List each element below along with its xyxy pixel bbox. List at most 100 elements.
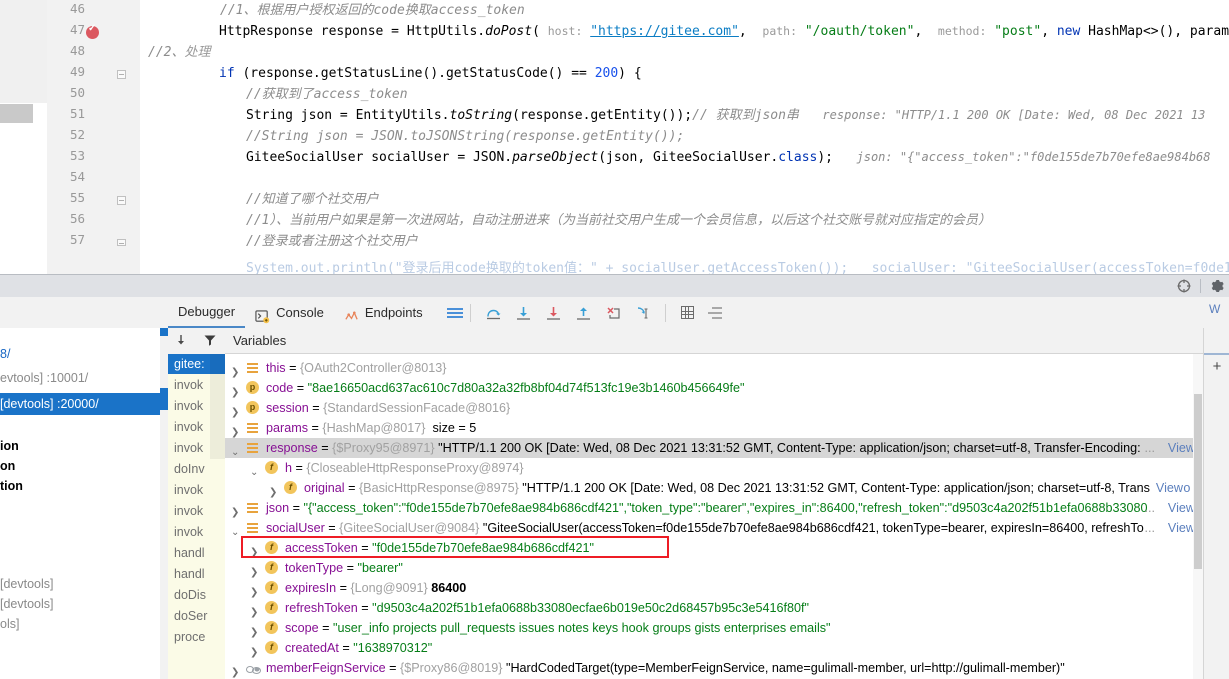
tab-console-label: Console xyxy=(276,304,324,320)
variable-row[interactable]: ❯ this = {OAuth2Controller@8013} xyxy=(225,358,1203,378)
devtools-list-item-selected[interactable]: [devtools] :20000/ xyxy=(0,393,168,415)
code-string-url[interactable]: "https://gitee.com" xyxy=(590,24,739,39)
devtools-list-item[interactable]: ion xyxy=(0,438,19,454)
view-link[interactable]: View xyxy=(1168,518,1195,538)
chevron-right-icon[interactable]: ❯ xyxy=(250,623,259,638)
chevron-right-icon[interactable]: ❯ xyxy=(231,383,240,398)
variable-row[interactable]: ❯ f createdAt = "1638970312" xyxy=(225,638,1203,658)
variable-row[interactable]: ❯ f scope = "user_info projects pull_req… xyxy=(225,618,1203,638)
chevron-right-icon[interactable]: ❯ xyxy=(250,563,259,578)
variable-row[interactable]: ❯ p code = "8ae16650acd637ac610c7d80a32a… xyxy=(225,378,1203,398)
down-arrow-icon[interactable] xyxy=(174,333,190,349)
view-link[interactable]: View xyxy=(1168,498,1195,518)
frame-row[interactable]: proce xyxy=(168,627,225,647)
frame-row[interactable]: handl xyxy=(168,564,225,584)
frames-panel[interactable]: gitee: invok invok invok invok doInv inv… xyxy=(168,328,226,679)
chevron-right-icon[interactable]: ❯ xyxy=(250,603,259,618)
list-badge-icon xyxy=(246,501,259,514)
frame-row[interactable]: doSer xyxy=(168,606,225,626)
chevron-right-icon[interactable]: ❯ xyxy=(269,483,278,498)
tab-endpoints[interactable]: Endpoints xyxy=(334,298,433,328)
code-comment: // 获取到json串 xyxy=(692,108,799,123)
step-out-icon[interactable] xyxy=(575,305,591,321)
breakpoint-icon[interactable] xyxy=(86,23,99,39)
variable-row[interactable]: ❯ f expiresIn = {Long@9091} 86400 xyxy=(225,578,1203,598)
variables-list[interactable]: ❯ this = {OAuth2Controller@8013} ❯ p cod… xyxy=(225,354,1203,679)
variables-scrollbar-thumb[interactable] xyxy=(1194,394,1202,569)
step-over-icon[interactable] xyxy=(485,305,501,321)
editor-text-area[interactable]: //1、根据用户授权返回的code换取access_token HttpResp… xyxy=(140,0,1229,274)
view-link[interactable]: View xyxy=(1156,478,1183,498)
variable-row[interactable]: ⌄ socialUser = {GiteeSocialUser@9084} "G… xyxy=(225,518,1203,538)
code-editor[interactable]: 46 47 48 49 50 51 52 53 54 55 56 57 //1、… xyxy=(0,0,1229,274)
line-number: 54 xyxy=(69,169,85,184)
crosshair-icon[interactable] xyxy=(1176,278,1192,294)
run-to-cursor-icon[interactable] xyxy=(635,305,651,321)
devtools-list-item[interactable]: on xyxy=(0,458,15,474)
param-hint-method: method: xyxy=(937,24,987,38)
code-fold-toggle[interactable] xyxy=(117,70,126,79)
evaluate-expression-icon[interactable] xyxy=(680,306,694,319)
frame-row[interactable]: doInv xyxy=(168,459,225,479)
frame-row[interactable]: invok xyxy=(168,501,225,521)
devtools-list-item[interactable]: [devtools] xyxy=(0,596,54,612)
variable-row[interactable]: ❯ f original = {BasicHttpResponse@8975} … xyxy=(225,478,1203,498)
filter-icon[interactable] xyxy=(203,333,219,349)
variables-scrollbar[interactable] xyxy=(1193,354,1203,679)
tab-debugger[interactable]: Debugger xyxy=(168,298,246,328)
devtools-scrollbar[interactable] xyxy=(160,328,168,679)
step-into-icon[interactable] xyxy=(515,305,531,321)
editor-debugger-splitter[interactable] xyxy=(0,274,1229,298)
add-watch-button[interactable]: + xyxy=(1204,355,1229,379)
drop-frame-icon[interactable] xyxy=(605,305,621,321)
editor-left-strip xyxy=(0,0,48,274)
chevron-down-icon[interactable]: ⌄ xyxy=(231,523,240,538)
frame-row[interactable]: handl xyxy=(168,543,225,563)
sort-values-icon[interactable] xyxy=(707,306,722,319)
chevron-right-icon[interactable]: ❯ xyxy=(231,363,240,378)
variable-row[interactable]: ❯ params = {HashMap@8017} size = 5 xyxy=(225,418,1203,438)
devtools-list-item[interactable]: tion xyxy=(0,478,23,494)
chevron-right-icon[interactable]: ❯ xyxy=(250,643,259,658)
code-keyword: new xyxy=(1056,24,1081,39)
view-link[interactable]: View xyxy=(1168,438,1195,458)
chevron-right-icon[interactable]: ❯ xyxy=(231,403,240,418)
variables-panel[interactable]: Variables ❯ this = {OAuth2Controller@801… xyxy=(225,328,1203,679)
tab-console[interactable]: Console xyxy=(245,298,334,328)
frame-row[interactable]: invok xyxy=(168,522,225,542)
code-fold-toggle[interactable] xyxy=(117,239,126,246)
code-text: ); xyxy=(817,150,834,165)
devtools-list-item[interactable]: 8/ xyxy=(0,346,10,362)
chevron-right-icon[interactable]: ❯ xyxy=(250,583,259,598)
variable-row-selected[interactable]: ⌄ response = {$Proxy95@8971} "HTTP/1.1 2… xyxy=(225,438,1203,458)
devtools-list-item[interactable]: [devtools] xyxy=(0,576,54,592)
frame-row[interactable]: invok xyxy=(168,480,225,500)
method-badge-icon xyxy=(246,661,261,674)
chevron-right-icon[interactable]: ❯ xyxy=(231,423,240,438)
code-fold-toggle[interactable] xyxy=(117,196,126,205)
tab-debugger-label: Debugger xyxy=(178,303,236,319)
code-text: HashMap<>(), params, n xyxy=(1088,24,1229,39)
devtools-list-item[interactable]: ols] xyxy=(0,616,19,632)
chevron-down-icon[interactable]: ⌄ xyxy=(231,443,240,458)
variable-row[interactable]: ❯ p session = {StandardSessionFacade@801… xyxy=(225,398,1203,418)
layout-settings-icon[interactable] xyxy=(446,307,463,319)
chevron-down-icon[interactable]: ⌄ xyxy=(250,463,259,478)
editor-gutter[interactable]: 46 47 48 49 50 51 52 53 54 55 56 57 xyxy=(47,0,140,274)
toolbar-divider xyxy=(664,303,666,322)
browser-devtools-pane[interactable]: 8/ evtools] :10001/ [devtools] :20000/ i… xyxy=(0,328,168,679)
variable-row[interactable]: ⌄ f h = {CloseableHttpResponseProxy@8974… xyxy=(225,458,1203,478)
chevron-right-icon[interactable]: ❯ xyxy=(231,503,240,518)
variable-row[interactable]: ❯ memberFeignService = {$Proxy86@8019} "… xyxy=(225,658,1203,678)
devtools-scrollbar-thumb[interactable] xyxy=(160,388,168,410)
devtools-list-item[interactable]: evtools] :10001/ xyxy=(0,370,88,386)
gear-icon[interactable] xyxy=(1209,278,1225,294)
field-badge-icon: f xyxy=(265,641,278,654)
chevron-right-icon[interactable]: ❯ xyxy=(231,663,240,678)
force-step-into-icon[interactable] xyxy=(545,305,561,321)
variable-row[interactable]: ❯ f tokenType = "bearer" xyxy=(225,558,1203,578)
watches-rail[interactable]: + xyxy=(1203,328,1229,679)
variable-row[interactable]: ❯ json = "{"access_token":"f0de155de7b70… xyxy=(225,498,1203,518)
variable-row[interactable]: ❯ f refreshToken = "d9503c4a202f51b1efa0… xyxy=(225,598,1203,618)
frame-row[interactable]: doDis xyxy=(168,585,225,605)
